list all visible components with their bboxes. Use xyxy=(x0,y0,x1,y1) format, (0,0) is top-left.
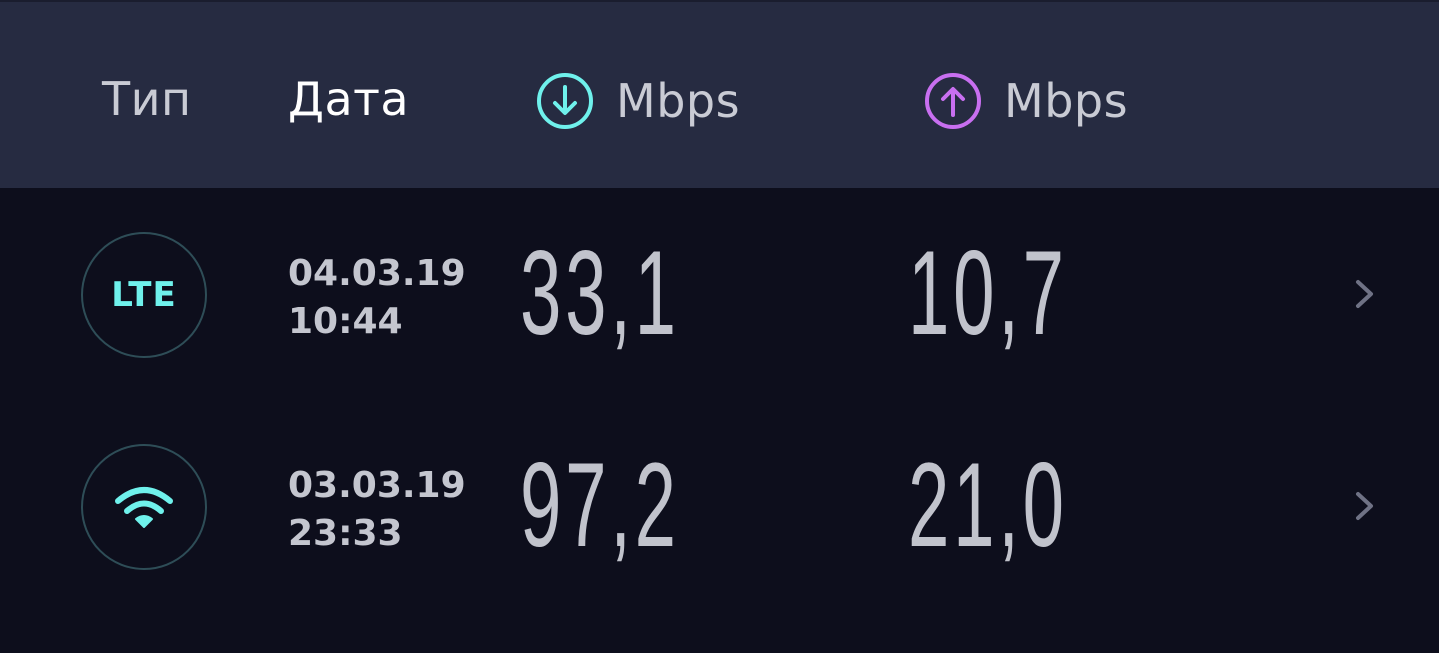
lte-icon: LTE xyxy=(81,232,207,358)
chevron-right-icon[interactable] xyxy=(1350,484,1380,528)
result-date: 03.03.19 xyxy=(288,465,466,506)
wifi-icon xyxy=(112,483,176,531)
download-speed-value: 97,2 xyxy=(520,438,680,572)
results-header: Тип Дата Mbps Mbps xyxy=(0,0,1439,188)
download-speed-value: 33,1 xyxy=(520,226,680,360)
result-row[interactable]: 03.03.19 23:33 97,2 21,0 xyxy=(0,402,1439,614)
sort-by-download[interactable]: Mbps xyxy=(536,72,740,130)
speedtest-results-screen: Тип Дата Mbps Mbps LTE 04.03.19 10:44 33… xyxy=(0,0,1439,653)
upload-unit-label: Mbps xyxy=(1004,74,1129,128)
result-time: 10:44 xyxy=(288,301,403,342)
upload-speed-value: 10,7 xyxy=(908,226,1068,360)
result-datetime: 04.03.19 10:44 xyxy=(288,250,466,346)
upload-speed-value: 21,0 xyxy=(908,438,1068,572)
sort-by-date[interactable]: Дата xyxy=(288,72,409,126)
result-date: 04.03.19 xyxy=(288,253,466,294)
sort-by-upload[interactable]: Mbps xyxy=(924,72,1128,130)
chevron-right-icon[interactable] xyxy=(1350,272,1380,316)
download-unit-label: Mbps xyxy=(616,74,741,128)
download-arrow-icon xyxy=(536,72,594,130)
sort-by-type[interactable]: Тип xyxy=(102,72,192,126)
result-time: 23:33 xyxy=(288,513,403,554)
connection-type-label: LTE xyxy=(111,275,177,315)
result-datetime: 03.03.19 23:33 xyxy=(288,462,466,558)
wifi-type-badge xyxy=(81,444,207,570)
result-row[interactable]: LTE 04.03.19 10:44 33,1 10,7 xyxy=(0,190,1439,402)
upload-arrow-icon xyxy=(924,72,982,130)
